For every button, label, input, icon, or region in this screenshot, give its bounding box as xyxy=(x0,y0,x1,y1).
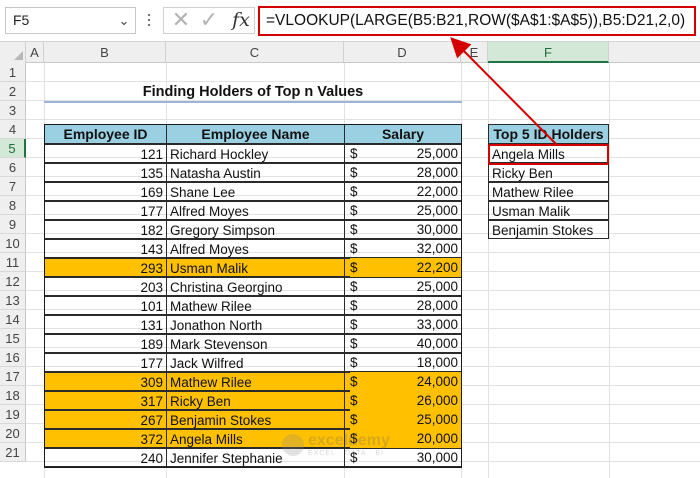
row-header-20[interactable]: 20 xyxy=(0,424,26,443)
row-header-2[interactable]: 2 xyxy=(0,82,26,101)
row-header-15[interactable]: 15 xyxy=(0,329,26,348)
cancel-icon[interactable]: ✕ xyxy=(170,9,192,31)
watermark: exceldemy EXCEL · DATA · BI xyxy=(282,432,442,458)
column-header-c[interactable]: C xyxy=(166,42,344,63)
drag-handle-icon[interactable] xyxy=(147,11,151,31)
top5-holder-cell[interactable]: Ricky Ben xyxy=(488,163,609,182)
column-header-a[interactable]: A xyxy=(26,42,44,63)
row-header-8[interactable]: 8 xyxy=(0,196,26,215)
row-header-9[interactable]: 9 xyxy=(0,215,26,234)
header-top5[interactable]: Top 5 ID Holders xyxy=(488,124,609,144)
watermark-name: exceldemy xyxy=(308,432,390,449)
row-header-13[interactable]: 13 xyxy=(0,291,26,310)
row-header-5[interactable]: 5 xyxy=(0,139,26,158)
row-header-4[interactable]: 4 xyxy=(0,120,26,139)
row-header-1[interactable]: 1 xyxy=(0,63,26,82)
active-cell-indicator xyxy=(488,144,609,165)
row-header-11[interactable]: 11 xyxy=(0,253,26,272)
row-header-12[interactable]: 12 xyxy=(0,272,26,291)
formula-input[interactable]: =VLOOKUP(LARGE(B5:B21,ROW($A$1:$A$5)),B5… xyxy=(258,6,696,36)
top5-holder-cell[interactable]: Benjamin Stokes xyxy=(488,220,609,239)
sheet-title: Finding Holders of Top n Values xyxy=(142,84,364,100)
row-header-14[interactable]: 14 xyxy=(0,310,26,329)
top5-holder-cell[interactable]: Usman Malik xyxy=(488,201,609,220)
title-underline xyxy=(44,101,462,103)
column-header-e[interactable]: E xyxy=(461,42,488,63)
row-header-7[interactable]: 7 xyxy=(0,177,26,196)
insert-function-icon[interactable]: fx xyxy=(229,7,253,33)
column-header-f[interactable]: F xyxy=(488,42,609,63)
grid-hline xyxy=(26,119,700,120)
row-header-17[interactable]: 17 xyxy=(0,367,26,386)
column-header-b[interactable]: B xyxy=(44,42,166,63)
top5-holder-cell[interactable]: Mathew Rilee xyxy=(488,182,609,201)
row-header-18[interactable]: 18 xyxy=(0,386,26,405)
table-outline xyxy=(44,124,462,468)
column-header-d[interactable]: D xyxy=(344,42,461,63)
chevron-down-icon[interactable]: ⌄ xyxy=(114,7,134,34)
enter-icon[interactable]: ✓ xyxy=(198,9,220,31)
row-header-3[interactable]: 3 xyxy=(0,101,26,120)
select-all-triangle-icon xyxy=(14,51,23,60)
watermark-tagline: EXCEL · DATA · BI xyxy=(308,450,384,457)
row-header-6[interactable]: 6 xyxy=(0,158,26,177)
row-header-16[interactable]: 16 xyxy=(0,348,26,367)
row-header-21[interactable]: 21 xyxy=(0,443,26,462)
row-header-19[interactable]: 19 xyxy=(0,405,26,424)
exceldemy-logo-icon xyxy=(282,434,304,456)
row-header-10[interactable]: 10 xyxy=(0,234,26,253)
